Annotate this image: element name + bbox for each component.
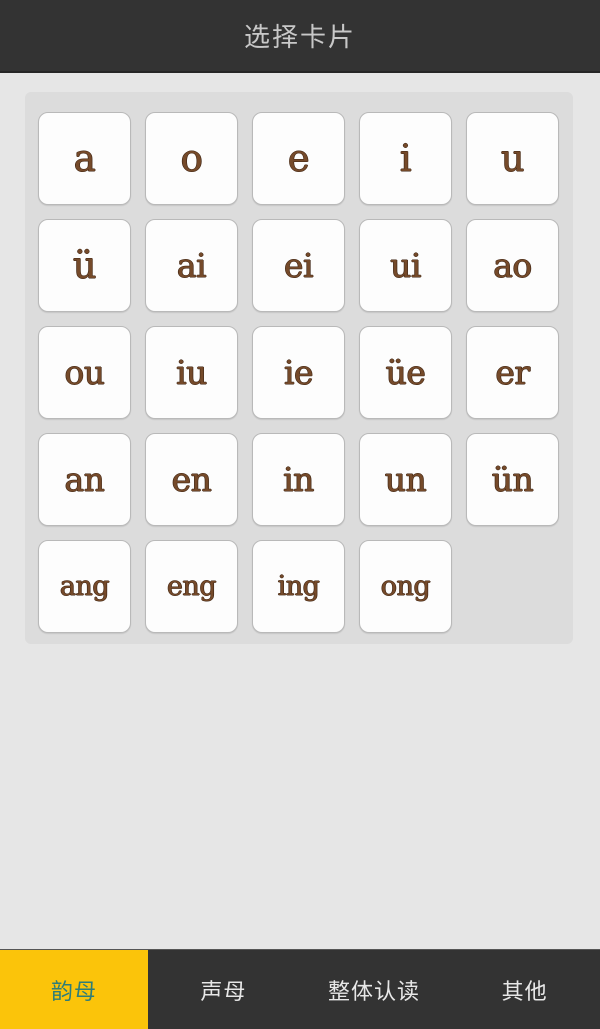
pinyin-card-label: a — [73, 137, 96, 180]
tab-2[interactable]: 声母 — [148, 950, 299, 1029]
pinyin-card-u[interactable]: u — [466, 112, 559, 205]
pinyin-card-label: eng — [166, 571, 217, 602]
pinyin-card-ou[interactable]: ou — [38, 326, 131, 419]
pinyin-card-label: ou — [64, 353, 105, 392]
bottom-tab-bar: 韵母 声母 整体认读 其他 — [0, 949, 600, 1029]
pinyin-card-ei[interactable]: ei — [252, 219, 345, 312]
pinyin-card-label: ao — [493, 246, 532, 285]
pinyin-card-in[interactable]: in — [252, 433, 345, 526]
pinyin-card-label: ui — [390, 246, 421, 285]
tab-1[interactable]: 韵母 — [0, 950, 148, 1029]
pinyin-card-ie[interactable]: ie — [252, 326, 345, 419]
pinyin-card-iu[interactable]: iu — [145, 326, 238, 419]
pinyin-card-label: e — [287, 137, 310, 180]
tab-label: 韵母 — [50, 978, 97, 1004]
pinyin-card-ü[interactable]: ü — [38, 219, 131, 312]
card-row: ou iu ie üe er — [38, 326, 560, 419]
app-header: 选择卡片 — [0, 0, 600, 73]
pinyin-card-er[interactable]: er — [466, 326, 559, 419]
pinyin-card-label: ü — [72, 244, 97, 287]
tab-label: 其他 — [501, 978, 548, 1004]
pinyin-card-label: ün — [491, 460, 534, 499]
pinyin-card-label: ing — [277, 571, 320, 602]
pinyin-card-en[interactable]: en — [145, 433, 238, 526]
pinyin-card-label: er — [495, 353, 530, 392]
card-row: an en in un ün — [38, 433, 560, 526]
pinyin-card-üe[interactable]: üe — [359, 326, 452, 419]
pinyin-card-label: ang — [59, 571, 110, 602]
pinyin-card-label: ai — [176, 246, 207, 285]
pinyin-card-label: iu — [176, 353, 207, 392]
pinyin-card-label: en — [171, 460, 212, 499]
pinyin-card-o[interactable]: o — [145, 112, 238, 205]
pinyin-card-an[interactable]: an — [38, 433, 131, 526]
pinyin-card-ün[interactable]: ün — [466, 433, 559, 526]
pinyin-card-label: an — [64, 460, 105, 499]
tab-label: 声母 — [200, 978, 247, 1004]
pinyin-card-label: u — [500, 137, 525, 180]
card-grid-panel: a o e i u ü ai ei ui ao ou iu ie üe er an en in un ün ang eng… — [25, 92, 573, 644]
pinyin-card-ao[interactable]: ao — [466, 219, 559, 312]
tab-3[interactable]: 整体认读 — [299, 950, 450, 1029]
pinyin-card-ui[interactable]: ui — [359, 219, 452, 312]
pinyin-card-a[interactable]: a — [38, 112, 131, 205]
pinyin-card-un[interactable]: un — [359, 433, 452, 526]
pinyin-card-ong[interactable]: ong — [359, 540, 452, 633]
card-row: ang eng ing ong — [38, 540, 560, 633]
pinyin-card-ang[interactable]: ang — [38, 540, 131, 633]
page-title: 选择卡片 — [243, 22, 356, 52]
pinyin-card-label: ie — [283, 353, 314, 392]
pinyin-card-label: ong — [380, 571, 431, 602]
pinyin-card-i[interactable]: i — [359, 112, 452, 205]
pinyin-card-e[interactable]: e — [252, 112, 345, 205]
pinyin-card-label: in — [283, 460, 314, 499]
card-row: ü ai ei ui ao — [38, 219, 560, 312]
tab-4[interactable]: 其他 — [449, 950, 600, 1029]
pinyin-card-label: i — [399, 137, 412, 180]
pinyin-card-label: un — [384, 460, 427, 499]
pinyin-card-label: o — [180, 137, 203, 180]
card-row: aoeiu — [38, 112, 560, 205]
tab-label: 整体认读 — [328, 978, 421, 1004]
pinyin-card-ing[interactable]: ing — [252, 540, 345, 633]
pinyin-card-label: ei — [283, 246, 314, 285]
pinyin-card-ai[interactable]: ai — [145, 219, 238, 312]
pinyin-card-eng[interactable]: eng — [145, 540, 238, 633]
pinyin-card-label: üe — [385, 353, 426, 392]
